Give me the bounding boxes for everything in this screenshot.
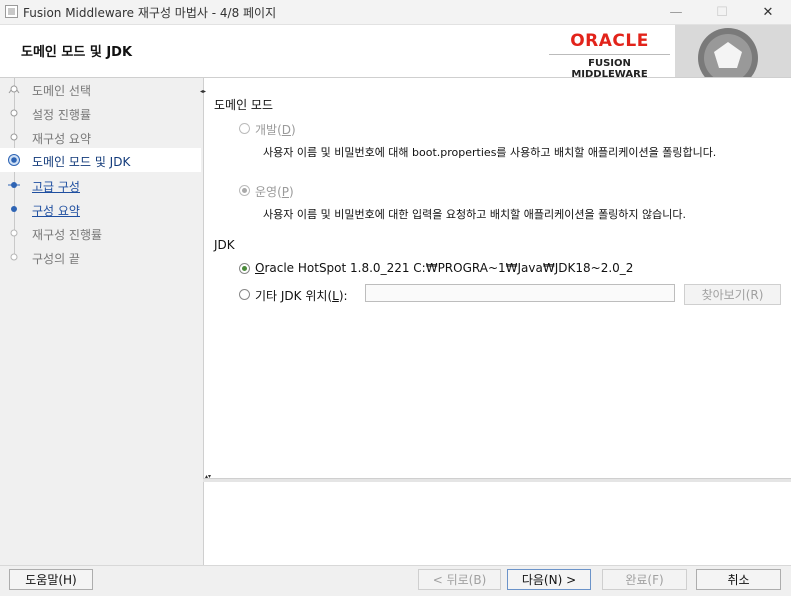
nav-step-reconfig-summary[interactable]: 재구성 요약 bbox=[0, 126, 201, 148]
window-title-bar[interactable]: Fusion Middleware 재구성 마법사 - 4/8 페이지 — ☐ … bbox=[0, 0, 791, 25]
header-decoration bbox=[675, 25, 791, 77]
maximize-button[interactable]: ☐ bbox=[699, 0, 745, 24]
back-button[interactable]: < 뒤로(B) bbox=[418, 569, 501, 590]
next-button[interactable]: 다음(N) > bbox=[507, 569, 591, 590]
nav-step-label: 도메인 모드 및 JDK bbox=[32, 155, 131, 169]
domain-mode-section-title: 도메인 모드 bbox=[214, 98, 274, 112]
step-start-icon bbox=[8, 85, 20, 94]
nav-step-config-end: 구성의 끝 bbox=[0, 246, 201, 268]
step-link-icon bbox=[8, 182, 20, 188]
nav-step-reconfig-progress: 재구성 진행률 bbox=[0, 222, 201, 244]
nav-step-label: 재구성 요약 bbox=[32, 132, 92, 146]
nav-step-label: 고급 구성 bbox=[32, 180, 80, 194]
window-title: Fusion Middleware 재구성 마법사 - 4/8 페이지 bbox=[23, 6, 277, 20]
oracle-hotspot-jdk-label: Oracle HotSpot 1.8.0_221 C:₩PROGRA~1₩Jav… bbox=[255, 261, 634, 275]
nav-step-domain-select[interactable]: 도메인 선택 bbox=[0, 78, 201, 100]
development-mode-description: 사용자 이름 및 비밀번호에 대해 boot.properties를 사용하고 … bbox=[263, 146, 717, 159]
maximize-icon: ☐ bbox=[716, 4, 728, 20]
pentagon-emblem-icon bbox=[698, 28, 758, 77]
nav-step-setup-progress[interactable]: 설정 진행률 bbox=[0, 102, 201, 124]
nav-splitter-arrows-icon[interactable]: ◂▸ bbox=[200, 88, 206, 95]
wizard-steps-nav: 도메인 선택 설정 진행률 재구성 요약 도메인 모드 및 JDK 고급 구성 … bbox=[0, 78, 201, 565]
jdk-section-title: JDK bbox=[214, 238, 235, 252]
step-done-icon bbox=[10, 133, 18, 141]
nav-step-label: 설정 진행률 bbox=[32, 108, 92, 122]
radio-other-jdk[interactable] bbox=[239, 289, 250, 300]
radio-production-mode bbox=[239, 185, 250, 196]
browse-button[interactable]: 찾아보기(R) bbox=[684, 284, 781, 305]
nav-step-advanced-config[interactable]: 고급 구성 bbox=[0, 174, 201, 196]
help-button[interactable]: 도움말(H) bbox=[9, 569, 93, 590]
radio-oracle-hotspot-jdk[interactable] bbox=[239, 263, 250, 274]
finish-button[interactable]: 완료(F) bbox=[602, 569, 687, 590]
close-button[interactable]: ✕ bbox=[745, 0, 791, 24]
page-title: 도메인 모드 및 JDK bbox=[21, 45, 133, 60]
nav-step-config-summary[interactable]: 구성 요약 bbox=[0, 198, 201, 220]
step-end-icon bbox=[10, 253, 18, 261]
nav-step-label: 재구성 진행률 bbox=[32, 228, 103, 242]
production-mode-label: 운영(P) bbox=[255, 185, 294, 199]
other-jdk-path-input[interactable] bbox=[365, 284, 675, 302]
logo-product-text: FUSION MIDDLEWARE bbox=[571, 58, 648, 80]
other-jdk-label: 기타 JDK 위치(L): bbox=[255, 289, 348, 303]
oracle-logo: ORACLE FUSION MIDDLEWARE bbox=[549, 29, 670, 80]
main-content-panel bbox=[203, 78, 791, 478]
minimize-button[interactable]: — bbox=[653, 0, 699, 24]
logo-brand-text: ORACLE bbox=[570, 31, 649, 51]
step-link-icon bbox=[11, 206, 17, 212]
step-pending-icon bbox=[10, 229, 18, 237]
message-pane bbox=[203, 482, 791, 565]
logo-divider bbox=[549, 54, 670, 55]
close-icon: ✕ bbox=[762, 4, 774, 20]
nav-step-label: 도메인 선택 bbox=[32, 84, 92, 98]
splitter-arrows-icon[interactable]: ▴▾ bbox=[205, 473, 211, 480]
step-done-icon bbox=[10, 109, 18, 117]
nav-step-label: 구성의 끝 bbox=[32, 252, 80, 266]
radio-development-mode bbox=[239, 123, 250, 134]
cancel-button[interactable]: 취소 bbox=[696, 569, 781, 590]
nav-step-domain-mode-jdk[interactable]: 도메인 모드 및 JDK bbox=[0, 148, 201, 172]
step-current-icon bbox=[8, 154, 20, 166]
production-mode-description: 사용자 이름 및 비밀번호에 대한 입력을 요청하고 배치할 애플리케이션을 폴… bbox=[263, 208, 687, 221]
minimize-icon: — bbox=[669, 4, 683, 20]
nav-step-label: 구성 요약 bbox=[32, 204, 80, 218]
app-icon bbox=[5, 5, 18, 18]
wizard-header: 도메인 모드 및 JDK ORACLE FUSION MIDDLEWARE bbox=[0, 25, 791, 80]
development-mode-label: 개발(D) bbox=[255, 123, 296, 137]
